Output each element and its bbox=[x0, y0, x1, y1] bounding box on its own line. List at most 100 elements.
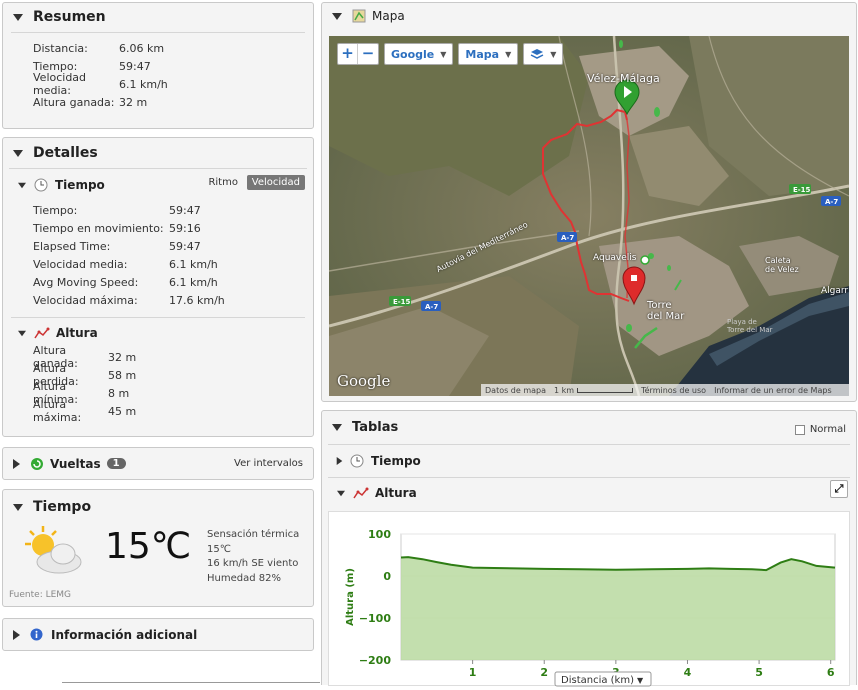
sensacion-label: Sensación térmica bbox=[207, 529, 300, 540]
mapa-panel: Mapa E-15 A-7 A-7 E-15 A-7 Vélez-Málaga … bbox=[321, 2, 857, 402]
detalles-header[interactable]: Detalles bbox=[3, 138, 313, 168]
x-tick-label: 1 bbox=[469, 666, 477, 679]
weather-panel: Tiempo 15℃ Sensación térmica 15℃ 16 km/h… bbox=[2, 489, 314, 607]
road-label-a7-3: A-7 bbox=[825, 198, 838, 206]
altura-subtitle: Altura bbox=[56, 326, 98, 340]
vueltas-count-badge: 1 bbox=[106, 458, 126, 469]
altura-chart: 1000−100−200123456Altura (m)Distancia (k… bbox=[328, 511, 850, 687]
tablas-altura-row[interactable]: Altura ⤢ bbox=[322, 478, 856, 500]
provider-dropdown[interactable]: Google ▼ bbox=[384, 43, 454, 65]
stat-label: Elapsed Time: bbox=[33, 239, 111, 253]
x-tick-label: 6 bbox=[827, 666, 835, 679]
clock-icon bbox=[34, 178, 48, 192]
road-label-e15-2: E-15 bbox=[793, 186, 811, 194]
stat-row: Altura ganada: 32 m bbox=[33, 93, 313, 111]
chevron-down-icon: ▼ bbox=[440, 49, 447, 59]
layers-icon bbox=[530, 49, 544, 59]
vueltas-panel[interactable]: Vueltas 1 Ver intervalos bbox=[2, 447, 314, 480]
ritmo-toggle[interactable]: Ritmo bbox=[203, 175, 243, 190]
poi-marker-icon bbox=[640, 255, 650, 265]
stat-label: Velocidad máxima: bbox=[33, 293, 138, 307]
stat-value: 59:47 bbox=[169, 239, 201, 253]
collapse-icon[interactable] bbox=[332, 424, 342, 431]
report-error-link[interactable]: Informar de un error de Maps bbox=[714, 386, 832, 395]
x-tick-label: 5 bbox=[755, 666, 763, 679]
expand-icon[interactable] bbox=[13, 458, 20, 469]
collapse-icon[interactable] bbox=[13, 503, 23, 511]
normal-label: Normal bbox=[809, 424, 846, 435]
resumen-panel: Resumen Distancia: 6.06 km Tiempo: 59:47 Vel… bbox=[2, 2, 314, 129]
info-panel[interactable]: Información adicional bbox=[2, 618, 314, 651]
collapse-icon[interactable] bbox=[337, 490, 345, 496]
expand-chart-icon[interactable]: ⤢ bbox=[830, 480, 848, 498]
stat-label: Altura máxima: bbox=[33, 398, 82, 424]
layers-dropdown[interactable]: ▼ bbox=[523, 43, 564, 65]
chevron-down-icon: ▼ bbox=[637, 676, 644, 685]
elevation-chart-svg: 1000−100−200123456Altura (m)Distancia (k… bbox=[345, 528, 836, 687]
stat-value: 59:47 bbox=[119, 59, 151, 73]
x-tick-label: 4 bbox=[684, 666, 692, 679]
mapa-header[interactable]: Mapa bbox=[322, 3, 856, 29]
terminos-link[interactable]: Términos de uso bbox=[641, 386, 706, 395]
tablas-header[interactable]: Tablas Normal bbox=[322, 411, 856, 444]
y-axis-label: Altura (m) bbox=[345, 568, 356, 626]
info-icon bbox=[30, 628, 43, 641]
y-tick-label: 0 bbox=[383, 570, 391, 583]
altura-rows: Altura ganada: 32 m Altura perdida: 58 m Alt… bbox=[3, 340, 313, 424]
resumen-header[interactable]: Resumen bbox=[3, 3, 313, 31]
map-label-velez: Vélez-Málaga bbox=[587, 72, 660, 85]
stat-row: Velocidad media: 6.1 km/h bbox=[33, 255, 313, 273]
tablas-tiempo-row[interactable]: Tiempo bbox=[322, 445, 856, 468]
expand-icon[interactable] bbox=[336, 457, 343, 465]
info-title: Información adicional bbox=[51, 627, 198, 642]
stat-value: 6.1 km/h bbox=[169, 257, 218, 271]
x-axis-label: Distancia (km) bbox=[561, 675, 634, 686]
ver-intervalos-link[interactable]: Ver intervalos bbox=[234, 458, 303, 469]
collapse-icon[interactable] bbox=[332, 12, 342, 20]
road-label-a7: A-7 bbox=[425, 303, 438, 311]
road-label-a7-2: A-7 bbox=[561, 234, 574, 242]
tiempo-subtitle: Tiempo bbox=[55, 178, 105, 192]
normal-checkbox[interactable] bbox=[794, 424, 805, 435]
altura-subheader[interactable]: Altura bbox=[3, 318, 313, 340]
collapse-icon[interactable] bbox=[18, 182, 26, 188]
vueltas-title: Vueltas bbox=[50, 456, 101, 471]
stat-value: 58 m bbox=[108, 368, 137, 382]
tablas-tiempo-label: Tiempo bbox=[371, 454, 421, 468]
maptype-label: Mapa bbox=[465, 47, 500, 61]
collapse-icon[interactable] bbox=[13, 13, 23, 21]
sensacion-value: 15℃ bbox=[207, 543, 231, 555]
stat-value: 6.1 km/h bbox=[169, 275, 218, 289]
tablas-altura-label: Altura bbox=[375, 486, 417, 500]
weather-title: Tiempo bbox=[33, 499, 92, 515]
stat-row: Avg Moving Speed: 6.1 km/h bbox=[33, 273, 313, 291]
elevation-icon bbox=[353, 487, 369, 499]
collapse-icon[interactable] bbox=[13, 149, 23, 157]
zoom-out-button[interactable]: − bbox=[358, 44, 378, 64]
tablas-panel: Tablas Normal Tiempo Altura ⤢ 100 0 −100 −2… bbox=[321, 410, 857, 687]
provider-label: Google bbox=[391, 47, 435, 61]
chevron-down-icon: ▼ bbox=[505, 49, 512, 59]
velocidad-toggle[interactable]: Velocidad bbox=[246, 175, 305, 190]
map-viewport[interactable]: E-15 A-7 A-7 E-15 A-7 Vélez-Málaga Aquav… bbox=[329, 36, 849, 396]
map-footer: Datos de mapa 1 km Términos de uso Infor… bbox=[481, 384, 849, 396]
y-tick-label: −100 bbox=[359, 612, 392, 625]
stat-value: 32 m bbox=[119, 95, 148, 109]
x-tick-label: 2 bbox=[540, 666, 548, 679]
map-label-playa: Playa de Torre del Mar bbox=[727, 318, 773, 334]
stat-row: Tiempo: 59:47 bbox=[33, 201, 313, 219]
tiempo-subheader[interactable]: Tiempo Ritmo Velocidad bbox=[3, 169, 313, 192]
stat-label: Avg Moving Speed: bbox=[33, 275, 139, 289]
partly-cloudy-icon bbox=[25, 526, 82, 574]
stat-value: 59:47 bbox=[169, 203, 201, 217]
datos-de-mapa-link[interactable]: Datos de mapa bbox=[485, 386, 546, 395]
expand-icon[interactable] bbox=[13, 629, 20, 640]
maptype-dropdown[interactable]: Mapa ▼ bbox=[458, 43, 519, 65]
map-label-algarr: Algarr bbox=[821, 286, 849, 296]
collapse-icon[interactable] bbox=[18, 330, 26, 336]
stat-row: Velocidad máxima: 17.6 km/h bbox=[33, 291, 313, 309]
stat-row: Velocidad media: 6.1 km/h bbox=[33, 71, 313, 97]
zoom-in-button[interactable]: + bbox=[338, 44, 358, 64]
map-label-caleta: Caleta de Velez bbox=[765, 256, 799, 274]
stat-value: 45 m bbox=[108, 404, 137, 418]
